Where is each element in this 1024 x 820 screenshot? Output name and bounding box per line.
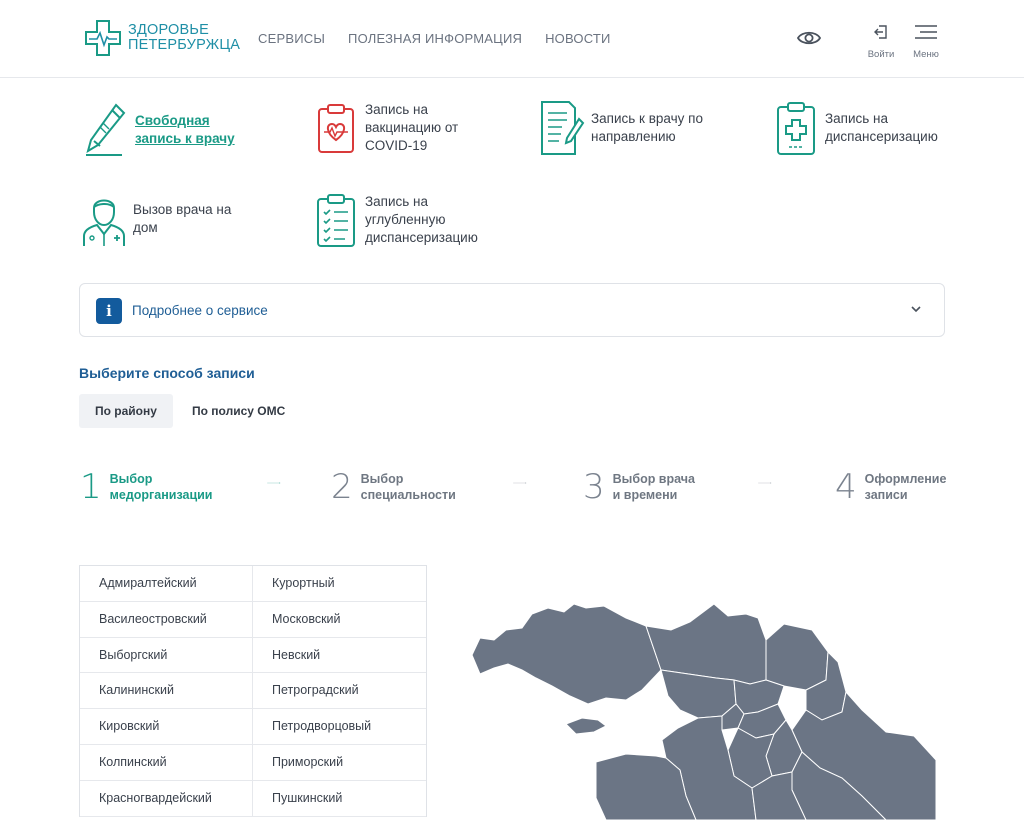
district-item[interactable]: Калининский [80, 673, 253, 709]
table-row: Василеостровский Московский [80, 601, 426, 638]
step-label-line1: Оформление [864, 472, 947, 486]
info-title: Подробнее о сервисе [132, 303, 268, 318]
logo-cross-icon [85, 20, 121, 56]
district-item[interactable]: Адмиралтейский [80, 566, 253, 601]
step-1: 1 Выбор медорганизации [80, 467, 213, 507]
service-covid-vaccination[interactable]: Запись на вакцинацию от COVID-19 [310, 98, 475, 158]
service-label: Запись на диспансеризацию [825, 111, 938, 144]
table-row: Колпинский Приморский [80, 744, 426, 781]
service-label: Вызов врача на дом [133, 202, 232, 235]
table-row: Выборгский Невский [80, 637, 426, 674]
step-2: 2 Выбор специальности [331, 467, 456, 507]
choose-method-title: Выберите способ записи [79, 365, 255, 381]
step-arrow-icon [513, 482, 527, 484]
checklist-icon [317, 194, 355, 247]
district-item[interactable]: Приморский [253, 745, 426, 780]
doctor-icon [83, 199, 125, 246]
logo[interactable]: ЗДОРОВЬЕ ПЕТЕРБУРЖЦА [84, 18, 240, 58]
table-row: Адмиралтейский Курортный [80, 566, 426, 602]
district-table: Адмиралтейский Курортный Василеостровски… [79, 565, 427, 817]
service-advanced-dispensary[interactable]: Запись на углубленную диспансеризацию [310, 190, 491, 250]
step-label-line2: и времени [612, 488, 678, 502]
service-doctor-home-call[interactable]: Вызов врача на дом [78, 189, 251, 249]
step-label-line2: записи [864, 488, 908, 502]
medical-clipboard-icon [777, 102, 815, 155]
step-4: 4 Оформление записи [835, 467, 946, 507]
pen-icon [86, 103, 126, 156]
step-3: 3 Выбор врача и времени [583, 467, 695, 507]
nav-useful-info[interactable]: ПОЛЕЗНАЯ ИНФОРМАЦИЯ [348, 31, 522, 46]
header: ЗДОРОВЬЕ ПЕТЕРБУРЖЦА СЕРВИСЫ ПОЛЕЗНАЯ ИН… [0, 0, 1024, 78]
map-region-kalininsky[interactable] [765, 623, 829, 691]
main-nav: СЕРВИСЫ ПОЛЕЗНАЯ ИНФОРМАЦИЯ НОВОСТИ [258, 31, 611, 46]
nav-news[interactable]: НОВОСТИ [545, 31, 611, 46]
service-dispensary[interactable]: Запись на диспансеризацию [770, 98, 951, 158]
step-label-line2: медорганизации [109, 488, 213, 502]
step-label-line2: специальности [360, 488, 456, 502]
tab-by-district[interactable]: По району [79, 394, 173, 428]
step-number: 3 [583, 467, 605, 507]
service-info-accordion[interactable]: i Подробнее о сервисе [79, 283, 945, 337]
table-row: Кировский Петродворцовый [80, 709, 426, 745]
menu-icon [915, 25, 937, 39]
service-referral-appointment[interactable]: Запись к врачу по направлению [536, 98, 711, 158]
district-item[interactable]: Выборгский [80, 637, 253, 673]
menu-label: Меню [913, 49, 939, 60]
chevron-down-icon [911, 306, 921, 313]
step-number: 1 [80, 467, 102, 507]
table-row: Красногвардейский Пушкинский [80, 780, 426, 817]
district-map[interactable] [466, 600, 946, 820]
map-region-kronshtadt[interactable] [565, 717, 607, 735]
tab-by-policy[interactable]: По полису ОМС [176, 394, 301, 428]
map-region-kurortny[interactable] [471, 603, 662, 705]
logo-line-1: ЗДОРОВЬЕ [128, 22, 209, 38]
login-label: Войти [867, 49, 895, 60]
nav-services[interactable]: СЕРВИСЫ [258, 31, 325, 46]
district-item[interactable]: Петроградский [253, 673, 426, 708]
district-item[interactable]: Московский [253, 602, 426, 637]
district-item[interactable]: Василеостровский [80, 601, 253, 637]
district-item[interactable]: Пушкинский [253, 781, 426, 816]
logo-line-2: ПЕТЕРБУРЖЦА [128, 37, 241, 53]
service-label: Свободная запись к врачу [135, 113, 235, 146]
document-pen-icon [541, 101, 585, 155]
login-icon [874, 25, 887, 39]
district-item[interactable]: Красногвардейский [80, 780, 253, 816]
district-item[interactable]: Петродворцовый [253, 709, 426, 744]
eye-icon[interactable] [796, 27, 822, 49]
login-button[interactable]: Войти [861, 24, 901, 60]
step-number: 4 [835, 467, 857, 507]
district-item[interactable]: Невский [253, 638, 426, 673]
table-row: Калининский Петроградский [80, 673, 426, 710]
service-label: Запись к врачу по направлению [591, 111, 703, 144]
step-label-line1: Выбор [109, 472, 153, 486]
step-label-line1: Выбор врача [612, 472, 695, 486]
service-label: Запись на вакцинацию от COVID-19 [365, 102, 459, 153]
service-label: Запись на углубленную диспансеризацию [365, 194, 478, 245]
step-arrow-icon [758, 482, 772, 484]
heart-clipboard-icon [318, 104, 354, 153]
info-icon: i [96, 298, 122, 324]
service-free-appointment[interactable]: Свободная запись к врачу [80, 100, 245, 160]
district-item[interactable]: Колпинский [80, 744, 253, 780]
menu-button[interactable]: Меню [906, 24, 946, 60]
step-label-line1: Выбор [360, 472, 404, 486]
step-number: 2 [331, 467, 353, 507]
district-item[interactable]: Курортный [253, 566, 426, 601]
step-arrow-icon [267, 482, 281, 484]
district-item[interactable]: Кировский [80, 709, 253, 744]
